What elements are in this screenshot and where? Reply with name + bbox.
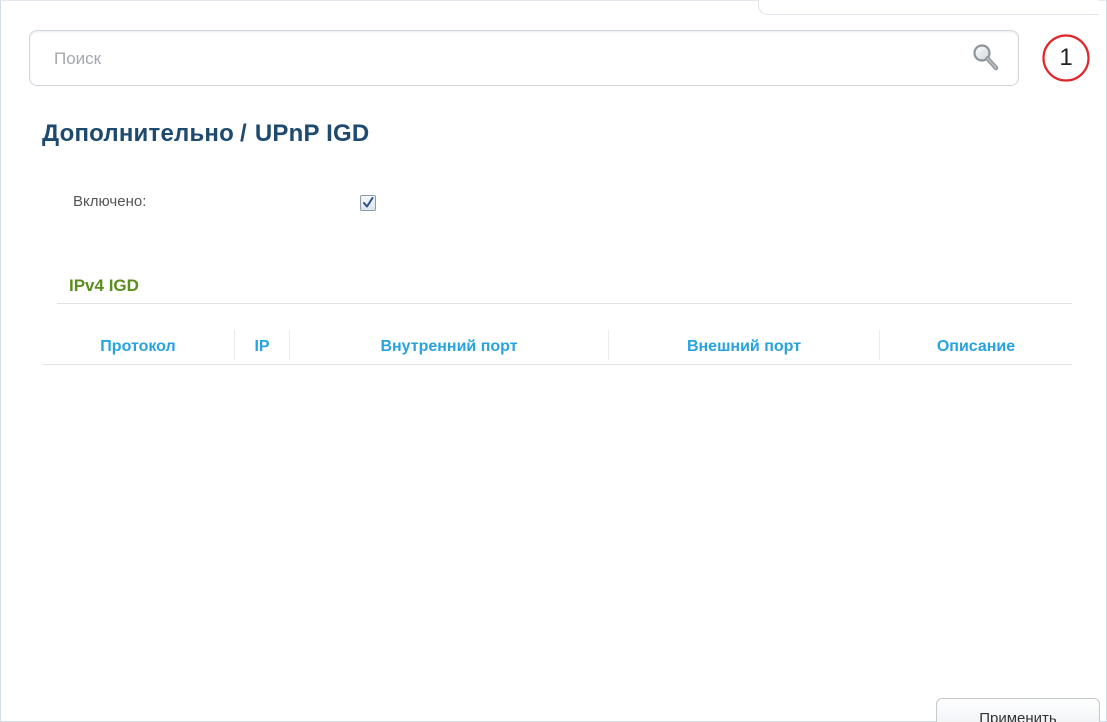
notification-badge[interactable]: 1 — [1041, 33, 1091, 83]
enabled-checkbox[interactable] — [360, 195, 376, 211]
section-title: IPv4 IGD — [69, 276, 139, 295]
column-header-external-port[interactable]: Внешний порт — [609, 326, 879, 364]
search-bar — [29, 30, 1019, 86]
checkmark-icon — [363, 197, 374, 208]
apply-button[interactable]: Применить — [936, 698, 1100, 722]
search-icon[interactable] — [970, 41, 1002, 75]
section-divider — [57, 303, 1072, 304]
column-header-protocol[interactable]: Протокол — [42, 326, 234, 364]
breadcrumb-separator: / — [239, 120, 247, 147]
panel-tab-notch — [758, 0, 1099, 15]
column-header-ip[interactable]: IP — [235, 326, 289, 364]
column-header-internal-port[interactable]: Внутренний порт — [290, 326, 608, 364]
notification-count: 1 — [1059, 44, 1073, 71]
app-window: 1 Дополнительно/ UPnP IGD Включено: IPv4 … — [0, 0, 1107, 722]
page-title: Дополнительно / UPnP IGD — [42, 120, 369, 148]
enabled-label: Включено: — [73, 193, 147, 210]
column-header-description[interactable]: Описание — [880, 326, 1072, 364]
search-input[interactable] — [52, 45, 936, 73]
breadcrumb-parent: Дополнительно — [42, 120, 234, 147]
breadcrumb-current: UPnP IGD — [254, 120, 370, 147]
igd-table: Протокол IP Внутренний порт Внешний порт… — [42, 326, 1072, 365]
